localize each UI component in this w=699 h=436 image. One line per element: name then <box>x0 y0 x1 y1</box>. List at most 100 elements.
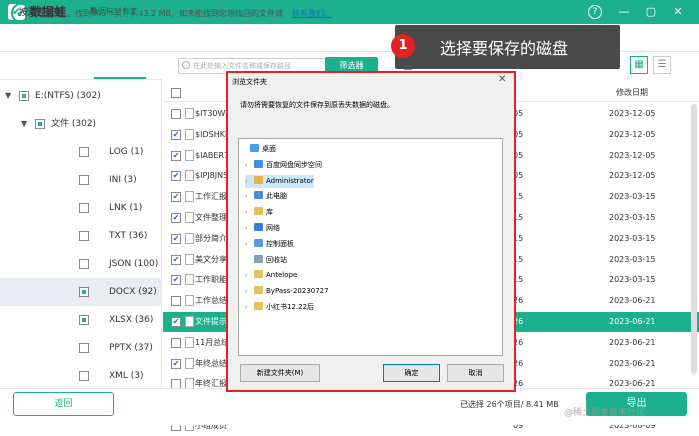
file-modified-date: 2023-06-21 <box>609 358 656 368</box>
file-checkbox[interactable] <box>171 358 181 369</box>
file-checkbox[interactable] <box>171 192 181 203</box>
select-all-checkbox[interactable] <box>171 88 181 98</box>
file-modified-date: 2023-03-15 <box>609 213 656 222</box>
tab-by-type[interactable]: 按类型查看 <box>97 5 142 18</box>
tree-checkbox[interactable] <box>79 147 89 157</box>
folder-item[interactable]: › 库 <box>245 206 273 219</box>
folder-expand-icon[interactable]: › <box>245 206 254 219</box>
folder-label: 小红书12.22后 <box>266 303 315 311</box>
tree-item-label: JSON (100) <box>109 259 159 269</box>
list-view-icon[interactable]: ☰ <box>653 56 671 74</box>
folder-item[interactable]: › Antelope <box>245 269 297 282</box>
file-modified-date: 2023-03-15 <box>609 254 656 264</box>
callout-text: 选择要保存的磁盘 <box>440 39 569 58</box>
maximize-icon[interactable]: ▢ <box>643 4 659 20</box>
dialog-title: 浏览文件夹 <box>232 78 267 86</box>
column-date-header[interactable]: 修改日期 <box>616 87 648 98</box>
file-checkbox[interactable] <box>171 337 181 348</box>
folder-item[interactable]: › ByPass-20230727 <box>245 285 329 298</box>
file-checkbox[interactable] <box>171 109 181 119</box>
expand-arrow-icon[interactable]: ▼ <box>21 110 29 138</box>
file-checkbox[interactable] <box>171 233 181 244</box>
file-checkbox[interactable] <box>171 150 181 161</box>
tree-item[interactable]: TXT (36) <box>0 222 162 250</box>
folder-item[interactable]: › 小红书12.22后 <box>245 301 314 314</box>
grid-view-icon[interactable]: ▦ <box>630 56 648 74</box>
minimize-icon[interactable]: — <box>616 4 632 20</box>
folder-item[interactable]: › Administrator <box>245 174 314 188</box>
tree-item[interactable]: ▼ E:(NTFS) (302) <box>0 82 162 110</box>
tree-checkbox[interactable] <box>79 175 89 185</box>
folder-label: 网络 <box>266 224 280 232</box>
tree-item-label: LNK (1) <box>109 203 143 213</box>
file-name: 年终总结 <box>195 358 227 368</box>
tree-checkbox[interactable] <box>79 259 89 269</box>
document-icon <box>185 232 194 244</box>
tree-item[interactable]: INI (3) <box>0 166 162 194</box>
dialog-close-icon[interactable]: ✕ <box>498 74 506 85</box>
tree-item[interactable]: XML (3) <box>0 362 162 390</box>
tree-item[interactable]: LNK (1) <box>0 194 162 222</box>
close-icon[interactable]: ✕ <box>670 4 686 20</box>
folder-item[interactable]: 回收站 <box>245 254 287 267</box>
tab-by-path[interactable]: 按路径查看 <box>19 5 64 18</box>
folder-label: 库 <box>266 208 273 217</box>
folder-icon <box>254 191 263 200</box>
file-name: $IABER7 <box>195 150 230 160</box>
folder-icon <box>254 159 263 168</box>
file-checkbox[interactable] <box>171 254 181 265</box>
tree-checkbox[interactable] <box>79 315 89 325</box>
file-name: 文件整理 <box>195 213 227 222</box>
file-checkbox[interactable] <box>171 275 181 286</box>
folder-item[interactable]: 桌面 <box>241 143 276 156</box>
folder-expand-icon[interactable]: › <box>245 301 254 314</box>
ok-button[interactable]: 确定 <box>383 364 440 382</box>
folder-expand-icon[interactable]: › <box>245 285 254 298</box>
search-icon <box>182 61 190 69</box>
tree-item[interactable]: PPTX (37) <box>0 334 162 362</box>
folder-expand-icon[interactable]: › <box>245 269 254 282</box>
folder-item[interactable]: › 控制面板 <box>245 238 294 251</box>
tree-checkbox[interactable] <box>79 287 89 297</box>
tree-checkbox[interactable] <box>35 119 45 129</box>
folder-expand-icon[interactable]: › <box>245 190 254 203</box>
folder-expand-icon[interactable]: › <box>245 159 254 172</box>
help-icon[interactable]: ? <box>588 5 602 19</box>
file-checkbox[interactable] <box>171 213 181 223</box>
file-checkbox[interactable] <box>171 296 181 307</box>
folder-item[interactable]: › 百度网盘同步空间 <box>245 159 322 172</box>
folder-expand-icon[interactable]: › <box>245 238 254 251</box>
tree-item[interactable]: ▼ 文件 (302) <box>0 110 162 138</box>
contact-us-link[interactable]: 联系我们。 <box>292 8 332 19</box>
tree-item[interactable]: LOG (1) <box>0 138 162 166</box>
tree-checkbox[interactable] <box>79 231 89 241</box>
document-icon <box>185 128 194 140</box>
tree-checkbox[interactable] <box>79 343 89 353</box>
document-icon <box>185 253 194 265</box>
tree-item[interactable]: JSON (100) <box>0 250 162 278</box>
file-checkbox[interactable] <box>171 171 181 182</box>
scrollbar[interactable] <box>691 104 697 374</box>
tree-item-label: DOCX (92) <box>109 287 157 297</box>
tree-checkbox[interactable] <box>79 203 89 213</box>
folder-expand-icon[interactable]: › <box>245 222 254 235</box>
file-modified-date: 2023-06-21 <box>609 337 656 347</box>
folder-label: 控制面板 <box>266 239 294 248</box>
file-checkbox[interactable] <box>171 129 181 140</box>
cancel-button[interactable]: 取消 <box>447 364 504 382</box>
scan-status-text: 扫描完成。找到302个文件共43.2 MB。如未能找到您想找回的文件请 <box>35 9 284 18</box>
expand-arrow-icon[interactable]: ▼ <box>5 82 13 110</box>
back-button[interactable]: 返回 <box>13 392 114 416</box>
tree-checkbox[interactable] <box>79 371 89 381</box>
folder-item[interactable]: › 此电脑 <box>245 190 287 203</box>
document-icon <box>185 170 194 182</box>
file-checkbox[interactable] <box>171 317 181 327</box>
new-folder-button[interactable]: 新建文件夹(M) <box>240 364 320 382</box>
tree-item[interactable]: XLSX (36) <box>0 306 162 334</box>
folder-item[interactable]: › 网络 <box>245 222 280 235</box>
folder-icon <box>250 144 259 152</box>
tree-item-label: XML (3) <box>109 371 144 381</box>
folder-expand-icon[interactable]: › <box>245 175 254 188</box>
tree-checkbox[interactable] <box>19 91 29 101</box>
tree-item[interactable]: DOCX (92) <box>0 278 162 306</box>
